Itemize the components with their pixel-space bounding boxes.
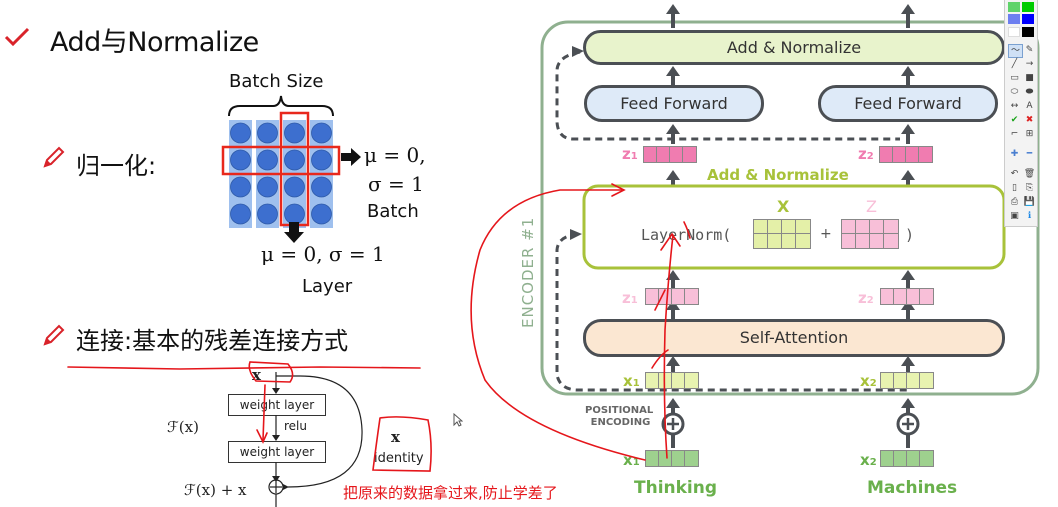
eraser-tool-icon[interactable]: ✎ [1023,44,1036,56]
color-swatch-blue[interactable] [1022,14,1034,24]
annotation-text: 把原来的数据拿过来,防止学差了 [343,484,558,502]
zoom-rect-tool-icon[interactable]: ⊞ [1023,128,1036,140]
filled-rectangle-tool-icon[interactable]: ■ [1023,72,1036,84]
filled-ellipse-tool-icon[interactable]: ⬬ [1023,86,1036,98]
new-page-tool-icon[interactable]: ▯ [1008,182,1021,194]
red-annotations [67,183,691,472]
print-tool-icon[interactable]: ⎙ [1008,196,1021,208]
screen-tool-icon[interactable]: ▣ [1008,210,1021,222]
ellipse-tool-icon[interactable]: ⬭ [1008,86,1021,98]
delete-tool-icon[interactable]: 🗑 [1023,168,1036,180]
crop-tool-icon[interactable]: ⌐ [1008,128,1021,140]
check-tool-icon[interactable]: ✔ [1008,114,1021,126]
copy-tool-icon[interactable]: ⎘ [1023,182,1036,194]
save-tool-icon[interactable]: 💾 [1023,196,1036,208]
mouse-cursor-icon [453,413,463,427]
line-tool-icon[interactable]: ╱ [1008,58,1021,70]
arrow-tool-icon[interactable]: → [1023,58,1036,70]
color-swatch-light-blue[interactable] [1008,14,1020,24]
color-swatch-white[interactable] [1008,27,1020,37]
color-swatch-bright-green[interactable] [1022,2,1034,12]
plus-tool-icon[interactable]: ✚ [1008,148,1021,160]
info-tool-icon[interactable]: ℹ [1023,210,1036,222]
freehand-tool-icon[interactable]: 〜 [1008,44,1023,58]
annotation-toolbar: 〜 ✎ ╱ → ▭ ■ ⬭ ⬬ ↔ A ✔ ✖ ⌐ ⊞ ✚ ━ ↶ 🗑 ▯ ⎘ ⎙ 💾 ▣ ℹ [1004,0,1038,227]
color-swatch-green[interactable] [1008,2,1020,12]
rectangle-tool-icon[interactable]: ▭ [1008,72,1021,84]
undo-tool-icon[interactable]: ↶ [1008,168,1021,180]
cross-tool-icon[interactable]: ✖ [1023,114,1036,126]
color-swatch-black[interactable] [1022,27,1034,37]
double-arrow-tool-icon[interactable]: ↔ [1008,100,1021,112]
text-tool-icon[interactable]: A [1023,100,1036,112]
minus-tool-icon[interactable]: ━ [1023,148,1036,160]
